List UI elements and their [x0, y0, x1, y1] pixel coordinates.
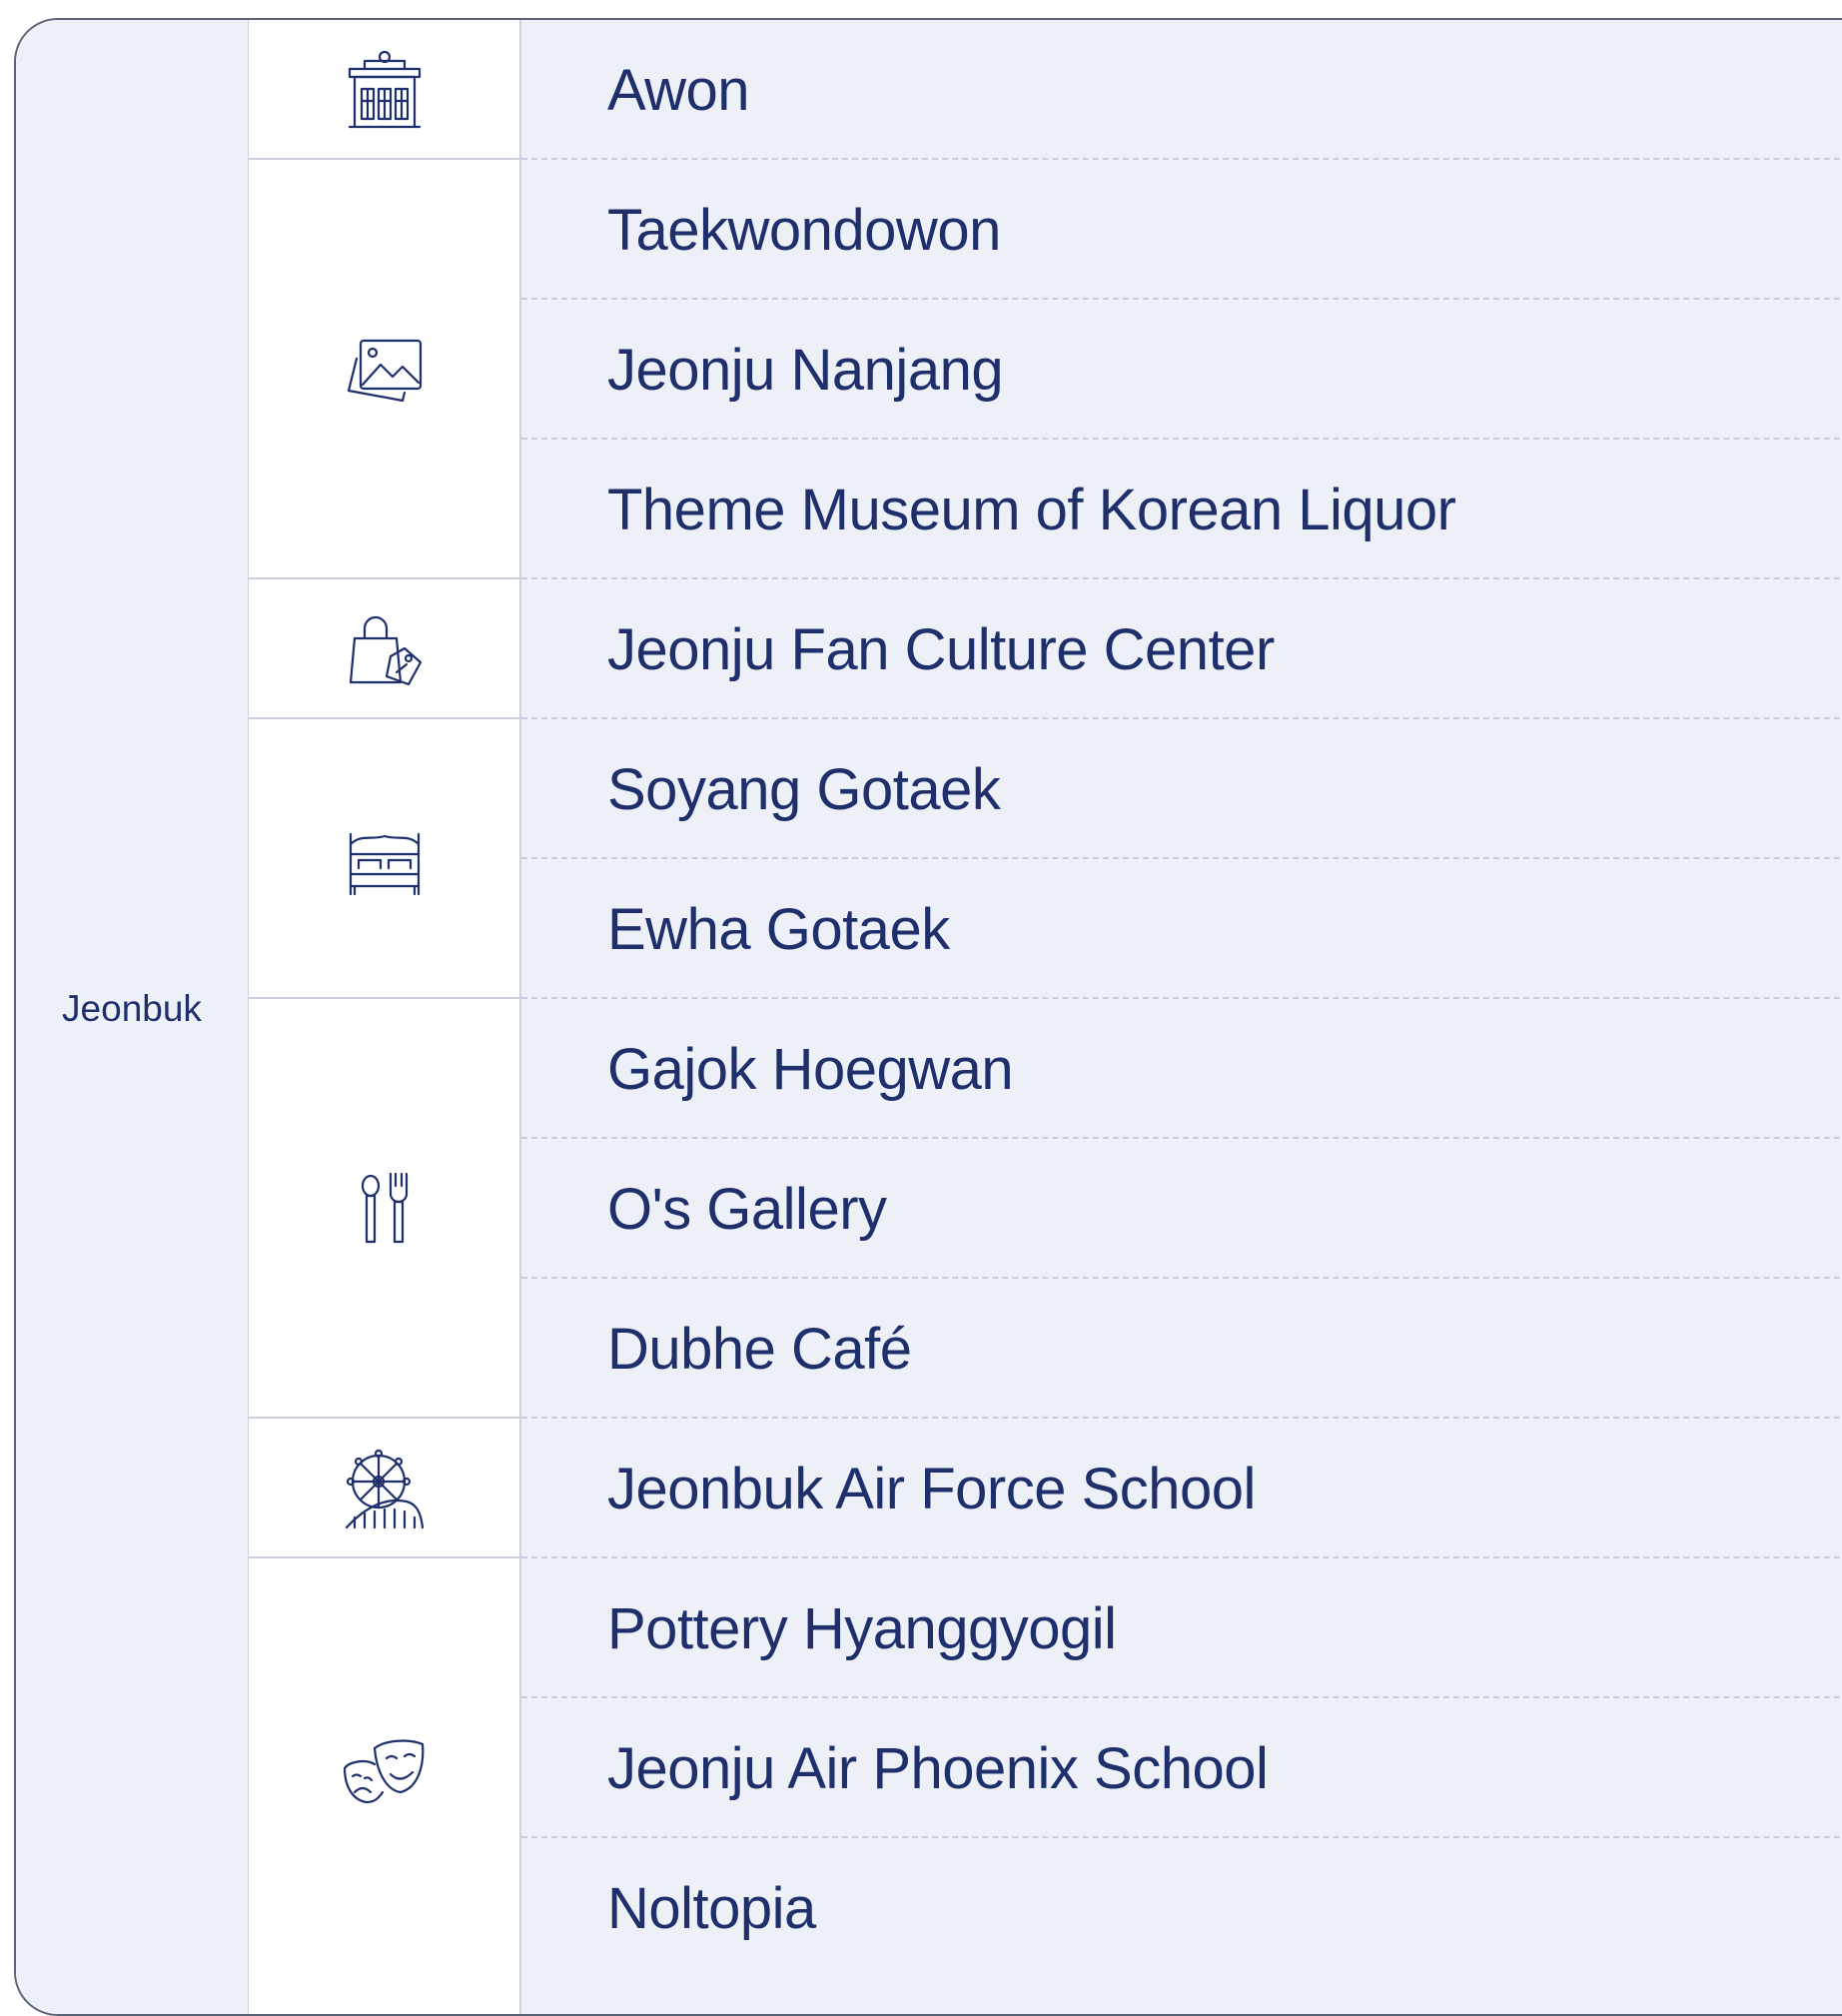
place-name: Pottery Hyanggyogil [607, 1595, 1117, 1661]
region-label: Jeonbuk [62, 988, 202, 1029]
region-cell: Jeonbuk [16, 20, 248, 2014]
list-item[interactable]: Jeonju Air Phoenix School [521, 1698, 1842, 1838]
list-item[interactable]: Pottery Hyanggyogil [521, 1558, 1842, 1698]
list-item[interactable]: Jeonbuk Air Force School [521, 1419, 1842, 1558]
list-item[interactable]: Gajok Hoegwan [521, 999, 1842, 1139]
place-name: Jeonju Air Phoenix School [607, 1735, 1269, 1801]
list-item[interactable]: Taekwondowon [521, 160, 1842, 300]
category-cell-lodging [249, 719, 519, 999]
restaurant-icon [361, 1172, 408, 1244]
list-item[interactable]: Ewha Gotaek [521, 859, 1842, 999]
category-cell-food [249, 999, 519, 1419]
place-name: O's Gallery [607, 1176, 887, 1242]
place-name: Soyang Gotaek [607, 756, 1001, 822]
list-item[interactable]: Noltopia [521, 1838, 1842, 1978]
list-item[interactable]: Soyang Gotaek [521, 719, 1842, 859]
category-cell-gallery [249, 160, 519, 579]
place-name: Jeonbuk Air Force School [607, 1456, 1256, 1521]
shopping-bag-icon [349, 615, 422, 686]
category-cell-shopping [249, 579, 519, 719]
place-name: Jeonju Nanjang [607, 337, 1004, 403]
amusement-park-icon [345, 1449, 424, 1529]
list-item[interactable]: Jeonju Fan Culture Center [521, 579, 1842, 719]
category-cell-entertainment [249, 1558, 519, 1978]
place-name: Dubhe Café [607, 1316, 912, 1382]
bed-icon [349, 832, 420, 896]
list-item[interactable]: Jeonju Nanjang [521, 300, 1842, 440]
place-table: Jeonbuk Awon Taekwondowon Jeonju Nanjang… [14, 18, 1842, 2016]
place-name: Theme Museum of Korean Liquor [607, 477, 1456, 542]
category-cell-amusement [249, 1419, 519, 1558]
place-name: Jeonju Fan Culture Center [607, 616, 1275, 682]
category-cell-building [249, 20, 519, 160]
place-name: Awon [607, 57, 750, 123]
theater-masks-icon [343, 1739, 424, 1804]
place-name: Noltopia [607, 1875, 816, 1941]
building-icon [348, 50, 421, 129]
list-item[interactable]: Dubhe Café [521, 1279, 1842, 1419]
place-name: Taekwondowon [607, 197, 1001, 263]
list-item[interactable]: Theme Museum of Korean Liquor [521, 440, 1842, 579]
place-name: Gajok Hoegwan [607, 1036, 1014, 1102]
list-item[interactable]: Awon [521, 20, 1842, 160]
place-name: Ewha Gotaek [607, 896, 950, 962]
place-list: Awon Taekwondowon Jeonju Nanjang Theme M… [521, 20, 1842, 2014]
category-icon-column [248, 20, 521, 2014]
gallery-icon [347, 339, 422, 403]
list-item[interactable]: O's Gallery [521, 1139, 1842, 1279]
